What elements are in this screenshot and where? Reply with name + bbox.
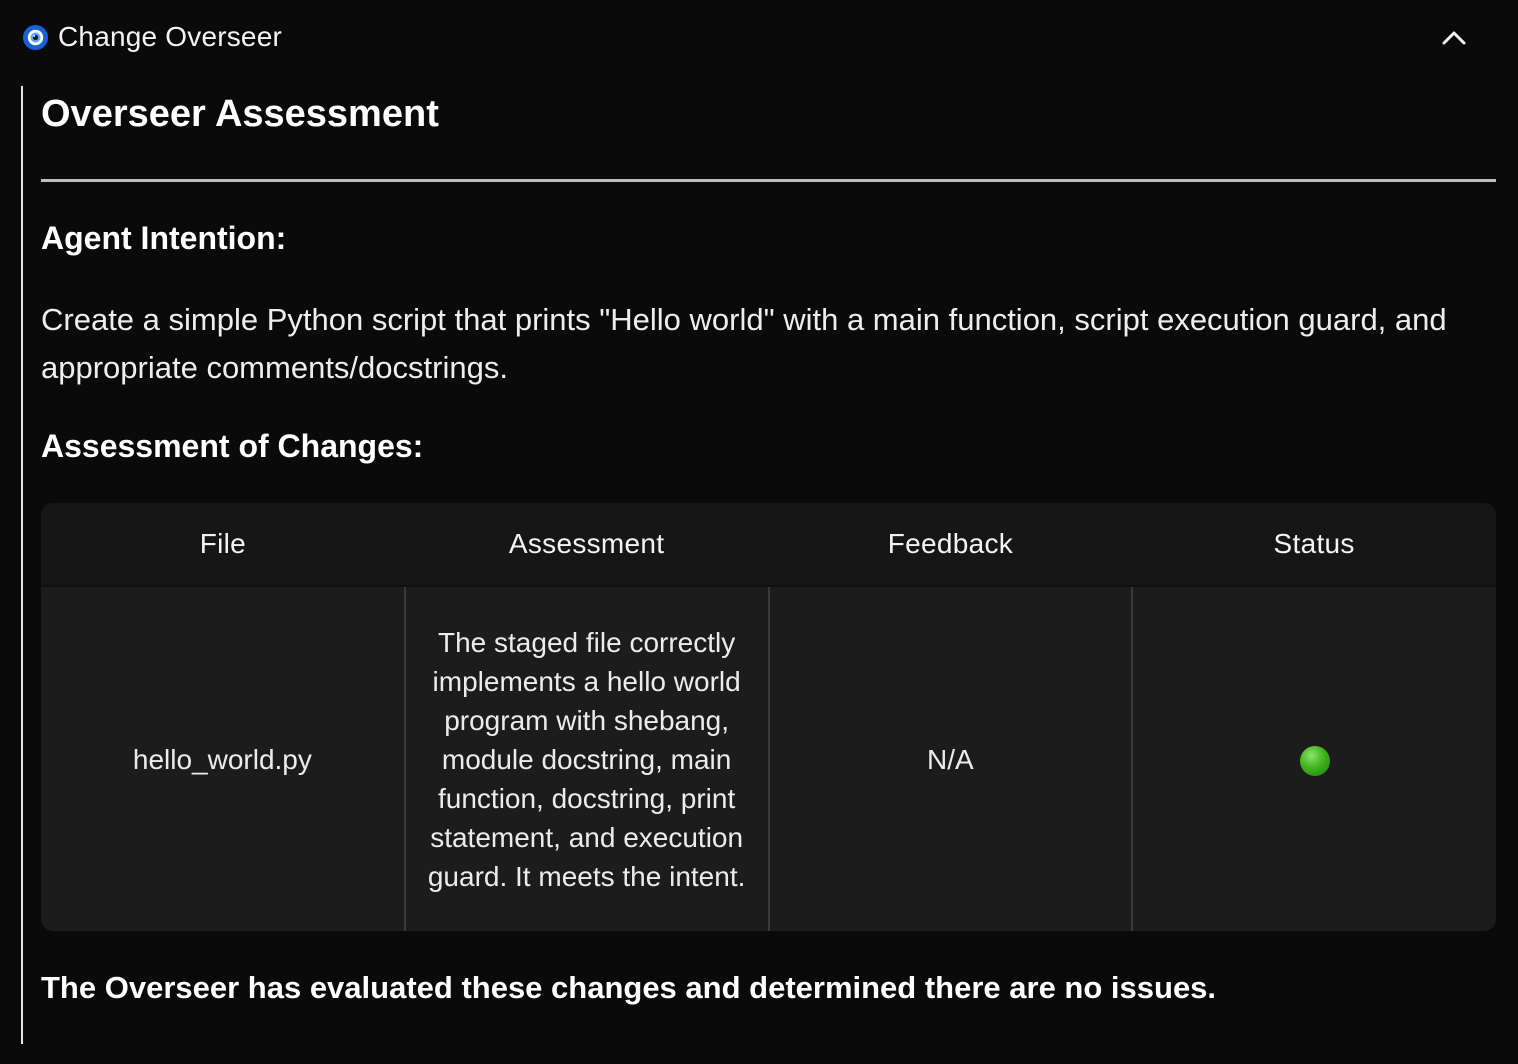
panel-header[interactable]: Change Overseer <box>0 0 1518 76</box>
column-header-file: File <box>41 503 405 587</box>
intention-text: Create a simple Python script that print… <box>41 302 1447 385</box>
feedback-cell: N/A <box>767 586 1133 931</box>
collapse-button[interactable] <box>1436 20 1472 56</box>
table-row: hello_world.py The staged file correctly… <box>41 586 1496 931</box>
assessment-cell: The staged file correctly implements a h… <box>403 586 769 931</box>
panel-title: Change Overseer <box>58 21 283 52</box>
chevron-up-icon <box>1442 31 1466 45</box>
changes-heading: Assessment of Changes: <box>41 428 424 464</box>
assessment-table: File Assessment Feedback Status hello_wo… <box>41 503 1496 931</box>
assessment-content: Overseer Assessment Agent Intention: Cre… <box>21 86 1496 1044</box>
column-header-assessment: Assessment <box>404 503 769 587</box>
horizontal-divider <box>41 179 1496 182</box>
file-cell: hello_world.py <box>132 743 312 775</box>
change-overseer-panel: Change Overseer Overseer Assessment Agen… <box>0 0 1518 1064</box>
column-header-feedback: Feedback <box>768 503 1133 587</box>
intention-heading: Agent Intention: <box>41 220 287 256</box>
assessment-title: Overseer Assessment <box>41 93 439 135</box>
nazar-eye-icon <box>22 24 49 51</box>
green-circle-icon <box>1299 746 1330 777</box>
status-cell <box>1131 586 1496 931</box>
column-header-status: Status <box>1132 503 1496 587</box>
table-header-row: File Assessment Feedback Status <box>41 503 1496 587</box>
conclusion-text: The Overseer has evaluated these changes… <box>41 970 1217 1005</box>
